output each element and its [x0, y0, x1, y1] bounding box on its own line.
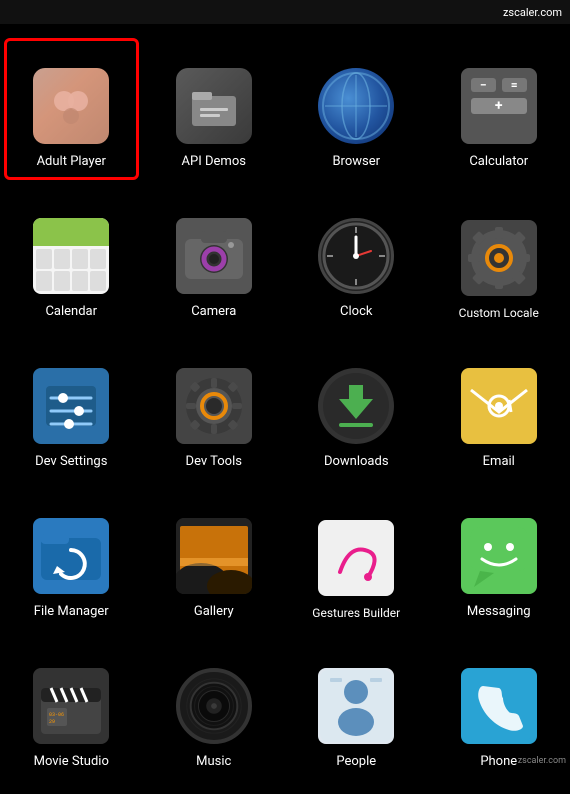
app-item-browser[interactable]: Browser: [285, 34, 428, 184]
app-item-api-demos[interactable]: API Demos: [143, 34, 286, 184]
gallery-icon: [174, 516, 254, 596]
clock-label: Clock: [340, 304, 372, 320]
phone-label: Phone: [480, 754, 517, 770]
app-item-messaging[interactable]: Messaging: [428, 484, 570, 634]
clock-icon: [316, 216, 396, 296]
phone-icon: [459, 666, 539, 746]
watermark-text: zscaler.com: [503, 6, 562, 19]
gestures-builder-icon: [316, 518, 396, 598]
downloads-label: Downloads: [324, 454, 389, 470]
app-item-calendar[interactable]: Calendar: [0, 184, 143, 334]
svg-text:29: 29: [49, 719, 55, 725]
file-manager-label: File Manager: [34, 604, 109, 620]
dev-tools-icon: [174, 366, 254, 446]
music-label: Music: [196, 754, 231, 770]
calendar-label: Calendar: [45, 304, 97, 320]
watermark: zscaler.com: [518, 756, 566, 766]
app-item-calculator[interactable]: − = + Calculator: [428, 34, 570, 184]
dev-settings-label: Dev Settings: [35, 454, 107, 470]
downloads-icon: [316, 366, 396, 446]
messaging-icon: [459, 516, 539, 596]
app-item-music[interactable]: Music: [143, 634, 286, 784]
app-item-camera[interactable]: Camera: [143, 184, 286, 334]
app-grid: Adult Player API Demos: [0, 24, 570, 794]
custom-locale-label: Custom Locale: [459, 306, 539, 320]
email-label: Email: [483, 454, 515, 470]
app-item-adult-player[interactable]: Adult Player: [0, 34, 143, 184]
browser-label: Browser: [332, 154, 380, 170]
app-item-dev-tools[interactable]: Dev Tools: [143, 334, 286, 484]
app-item-file-manager[interactable]: File Manager: [0, 484, 143, 634]
people-icon: [316, 666, 396, 746]
dev-tools-label: Dev Tools: [186, 454, 242, 470]
api-demos-icon: [174, 66, 254, 146]
app-item-people[interactable]: People: [285, 634, 428, 784]
file-manager-icon: [31, 516, 111, 596]
svg-text:03-06: 03-06: [49, 712, 64, 718]
gallery-label: Gallery: [194, 604, 234, 620]
status-bar: zscaler.com: [0, 0, 570, 24]
adult-player-label: Adult Player: [37, 154, 106, 170]
email-icon: [459, 366, 539, 446]
app-item-movie-studio[interactable]: 03-06 29 Movie Studio: [0, 634, 143, 784]
app-item-dev-settings[interactable]: Dev Settings: [0, 334, 143, 484]
adult-player-icon: [31, 66, 111, 146]
app-item-clock[interactable]: Clock: [285, 184, 428, 334]
music-icon: [174, 666, 254, 746]
api-demos-label: API Demos: [182, 154, 246, 170]
app-item-downloads[interactable]: Downloads: [285, 334, 428, 484]
camera-label: Camera: [191, 304, 236, 320]
app-item-gallery[interactable]: Gallery: [143, 484, 286, 634]
calendar-icon: [31, 216, 111, 296]
calculator-label: Calculator: [469, 154, 528, 170]
app-item-email[interactable]: Email: [428, 334, 570, 484]
people-label: People: [336, 754, 376, 770]
app-item-custom-locale[interactable]: Custom Locale: [428, 184, 570, 334]
browser-icon: [316, 66, 396, 146]
dev-settings-icon: [31, 366, 111, 446]
messaging-label: Messaging: [467, 604, 531, 620]
calculator-icon: − = +: [459, 66, 539, 146]
movie-studio-label: Movie Studio: [34, 754, 109, 770]
camera-icon: [174, 216, 254, 296]
custom-locale-icon: [459, 218, 539, 298]
gestures-builder-label: Gestures Builder: [312, 606, 400, 620]
movie-studio-icon: 03-06 29: [31, 666, 111, 746]
app-item-gestures-builder[interactable]: Gestures Builder: [285, 484, 428, 634]
